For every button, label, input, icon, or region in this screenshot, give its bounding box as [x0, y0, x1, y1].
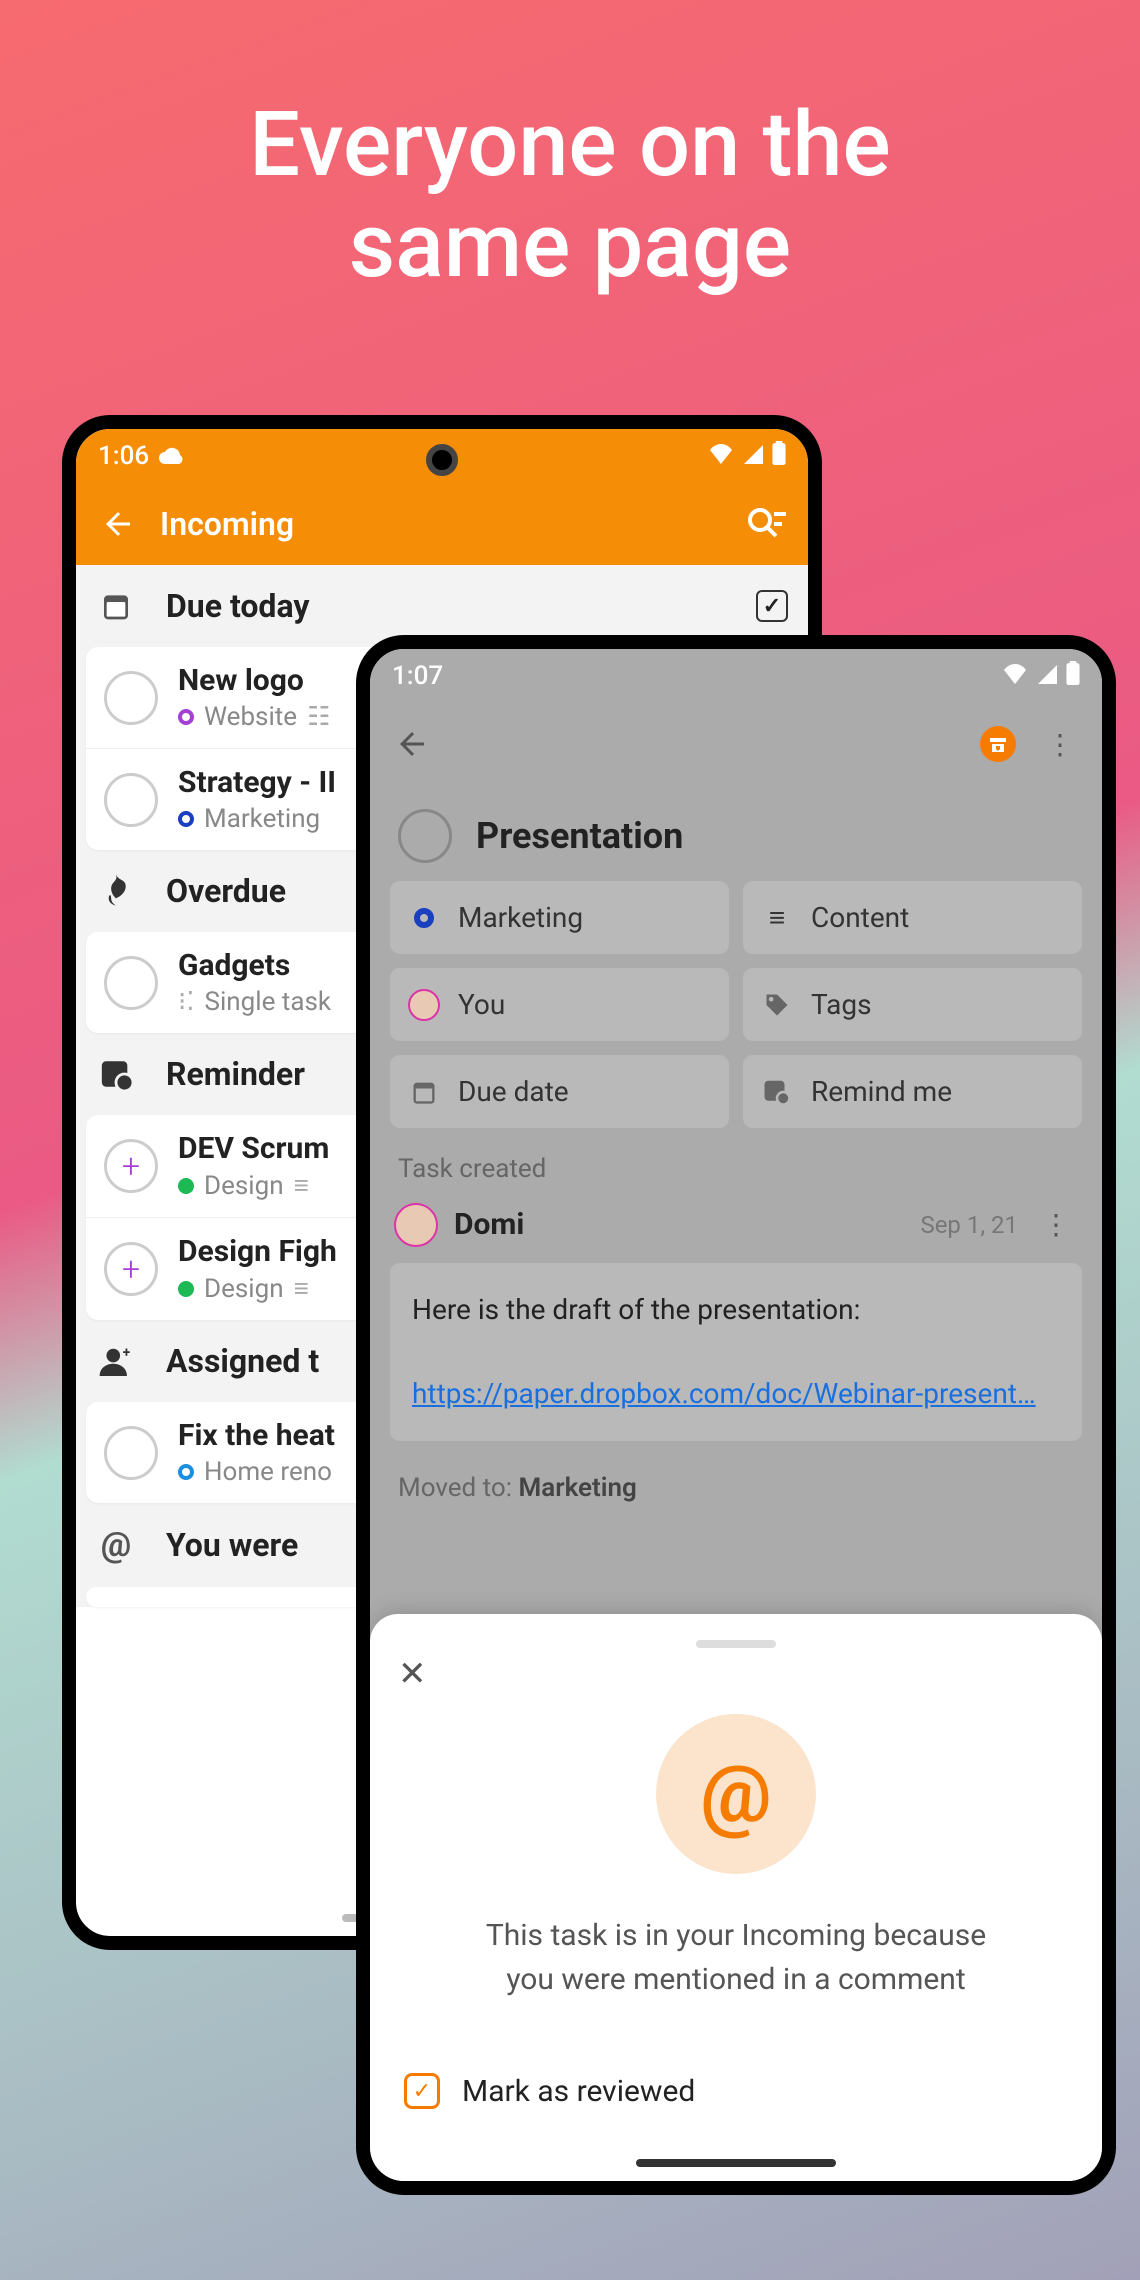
camera-hole [426, 444, 458, 476]
bottom-sheet: ✕ @ This task is in your Incoming becaus… [370, 1614, 1102, 2181]
cloud-icon [159, 441, 185, 471]
task-complete-circle[interactable] [398, 809, 452, 863]
sheet-grab-handle[interactable] [696, 1640, 776, 1648]
home-indicator [636, 2159, 836, 2167]
phone-task-detail: 1:07 ⋮ Presentation Mar [356, 635, 1116, 2195]
battery-icon [772, 441, 786, 472]
hero-title: Everyone on the same page [0, 95, 1140, 297]
mark-reviewed-button[interactable]: ✓ Mark as reviewed [398, 2061, 1074, 2121]
chip-due-date[interactable]: Due date [390, 1055, 729, 1128]
close-icon[interactable]: ✕ [398, 1654, 1074, 1694]
sheet-message: This task is in your Incoming because yo… [398, 1914, 1074, 2001]
mention-at-icon: @ [656, 1714, 816, 1874]
reminder-icon [96, 1057, 136, 1091]
project-color-icon [178, 811, 194, 827]
chip-assignee[interactable]: You [390, 968, 729, 1041]
task-complete-circle[interactable] [104, 956, 158, 1010]
signal-icon [742, 441, 764, 471]
tag-icon [761, 989, 793, 1021]
task-created-label: Task created [370, 1148, 1102, 1190]
battery-icon [1066, 661, 1080, 692]
reminder-icon [761, 1076, 793, 1108]
wifi-icon [708, 441, 734, 471]
status-time: 1:06 [98, 441, 149, 471]
task-add-circle[interactable]: + [104, 1242, 158, 1296]
app-bar: Incoming [76, 483, 808, 565]
checkbox-icon[interactable]: ✓ [756, 590, 788, 622]
project-color-icon [178, 1281, 194, 1297]
signal-icon [1036, 661, 1058, 691]
avatar-icon [408, 989, 440, 1021]
checkbox-icon: ✓ [404, 2073, 440, 2109]
task-title: Presentation [476, 815, 683, 857]
section-icon: ≡ [761, 902, 793, 934]
status-bar: 1:07 [370, 649, 1102, 703]
at-icon: @ [96, 1525, 136, 1565]
search-filter-icon[interactable] [746, 504, 786, 544]
archive-icon[interactable] [978, 724, 1018, 764]
svg-text:+: + [123, 1346, 131, 1361]
wifi-icon [1002, 661, 1028, 691]
project-color-icon [408, 902, 440, 934]
project-color-icon [178, 1464, 194, 1480]
chip-remind[interactable]: Remind me [743, 1055, 1082, 1128]
section-small-icon: ≡ [294, 1273, 309, 1304]
calendar-small-icon: ☷ [307, 702, 330, 732]
chip-project[interactable]: Marketing [390, 881, 729, 954]
project-color-icon [178, 709, 194, 725]
task-header: Presentation [370, 785, 1102, 881]
avatar [394, 1203, 438, 1247]
comment-date: Sep 1, 21 [920, 1211, 1018, 1239]
comment-body: Here is the draft of the presentation: h… [390, 1263, 1082, 1441]
comment-link[interactable]: https://paper.dropbox.com/doc/Webinar-pr… [412, 1377, 1036, 1410]
single-task-icon: ⁝⁚ [178, 987, 195, 1017]
moved-to-label: Moved to: Marketing [370, 1455, 1102, 1527]
app-bar: ⋮ [370, 703, 1102, 785]
task-complete-circle[interactable] [104, 671, 158, 725]
task-complete-circle[interactable] [104, 773, 158, 827]
calendar-icon [96, 590, 136, 622]
calendar-icon [408, 1076, 440, 1108]
task-add-circle[interactable]: + [104, 1139, 158, 1193]
fire-icon [96, 874, 136, 908]
chip-section[interactable]: ≡ Content [743, 881, 1082, 954]
back-icon[interactable] [98, 504, 138, 544]
comment-more-icon[interactable]: ⋮ [1034, 1200, 1078, 1249]
section-small-icon: ≡ [294, 1170, 309, 1201]
back-icon[interactable] [392, 724, 432, 764]
task-complete-circle[interactable] [104, 1426, 158, 1480]
comment-author: Domi [454, 1207, 904, 1242]
page-title: Incoming [160, 505, 724, 543]
chip-tags[interactable]: Tags [743, 968, 1082, 1041]
more-icon[interactable]: ⋮ [1040, 724, 1080, 764]
status-time: 1:07 [392, 661, 443, 691]
project-color-icon [178, 1178, 194, 1194]
person-add-icon: + [96, 1346, 136, 1376]
